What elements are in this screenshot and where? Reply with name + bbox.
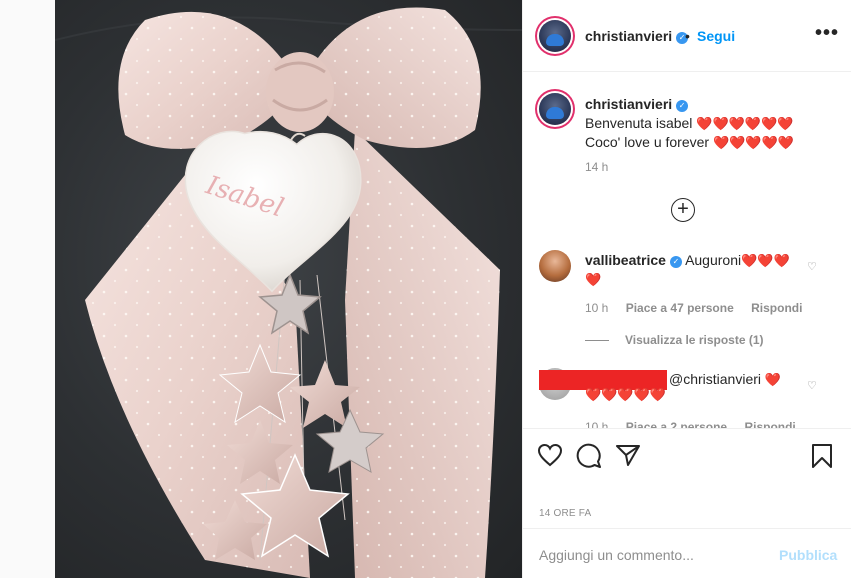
author-username[interactable]: christianvieri ✓ — [585, 28, 689, 44]
comment-body: Auguroni — [685, 252, 742, 268]
caption-line-2: Coco' love u forever — [585, 134, 710, 150]
comment-hearts: ❤️❤️❤️ — [741, 253, 790, 268]
comment-mention-heart: ❤️ — [764, 372, 782, 387]
verified-icon: ✓ — [669, 256, 682, 268]
comment-text: vallibeatrice ✓ Auguroni❤️❤️❤️ ❤️ — [585, 251, 815, 289]
comment-avatar[interactable] — [539, 250, 571, 282]
post-header: christianvieri ✓ • Segui ••• — [523, 0, 851, 72]
instagram-post: Isabel christianvieri ✓ • Segui ••• chris… — [0, 0, 851, 578]
plus-circle-icon[interactable]: + — [671, 198, 695, 222]
view-replies-button[interactable]: Visualizza le risposte (1) — [585, 333, 764, 347]
comment-hearts: ❤️❤️❤️❤️❤️ — [585, 387, 666, 402]
comment-meta: 10 h Piace a 47 persone Rispondi — [585, 301, 802, 315]
comment-likes[interactable]: Piace a 47 persone — [626, 301, 734, 315]
publish-button[interactable]: Pubblica — [779, 547, 837, 563]
caption-hearts: ❤️❤️❤️❤️❤️❤️ — [696, 116, 794, 131]
header-separator: • — [685, 28, 690, 44]
add-comment-bar: Aggiungi un commento... Pubblica — [523, 528, 851, 578]
more-options-icon[interactable]: ••• — [815, 22, 839, 45]
comment-username[interactable]: vallibeatrice — [585, 252, 666, 268]
caption-hearts-2: ❤️❤️❤️❤️❤️ — [712, 135, 794, 150]
bow-illustration — [55, 7, 522, 578]
caption-author-avatar[interactable] — [539, 93, 571, 125]
comment-hearts-line2: ❤️ — [585, 272, 602, 287]
page-gutter — [0, 0, 55, 578]
save-icon[interactable] — [811, 443, 833, 469]
view-replies-label[interactable]: Visualizza le risposte (1) — [625, 333, 764, 347]
comment-icon[interactable] — [576, 443, 602, 469]
author-avatar[interactable] — [539, 20, 571, 52]
post-photo[interactable]: Isabel — [55, 0, 522, 578]
verified-icon: ✓ — [676, 100, 689, 112]
post-side-panel: christianvieri ✓ • Segui ••• christianvie… — [522, 0, 851, 578]
action-bar — [523, 428, 851, 484]
comment-input[interactable]: Aggiungi un commento... — [539, 547, 694, 563]
follow-button[interactable]: Segui — [697, 28, 735, 44]
post-caption: christianvieri ✓ Benvenuta isabel ❤️❤️❤️❤… — [585, 95, 840, 152]
replies-divider — [585, 340, 609, 342]
post-time-ago[interactable]: 14 ORE FA — [539, 508, 591, 519]
share-icon[interactable] — [615, 443, 641, 467]
comment-time[interactable]: 10 h — [585, 301, 608, 315]
comment-like-icon[interactable]: ♡ — [807, 260, 817, 273]
comment-mention[interactable]: @christianvieri — [669, 371, 761, 387]
reply-button[interactable]: Rispondi — [751, 301, 802, 315]
like-heart-icon[interactable] — [537, 443, 563, 467]
caption-time[interactable]: 14 h — [585, 160, 608, 174]
author-username-text[interactable]: christianvieri — [585, 28, 672, 44]
comment-like-icon[interactable]: ♡ — [807, 379, 817, 392]
comment-body: @christianvieri ❤️ — [669, 371, 781, 388]
caption-line-1: Benvenuta isabel — [585, 115, 693, 131]
caption-username[interactable]: christianvieri — [585, 96, 672, 112]
